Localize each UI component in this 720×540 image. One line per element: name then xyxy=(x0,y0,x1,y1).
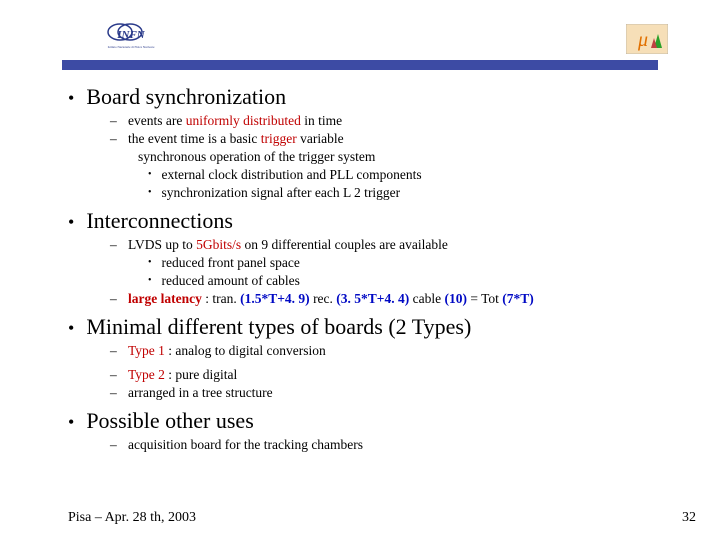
heading-text: Board synchronization xyxy=(86,84,286,110)
bullet-dot-icon: • xyxy=(68,408,74,436)
sub-item: – arranged in a tree structure xyxy=(110,384,708,402)
sub-item: – LVDS up to 5Gbits/s on 9 differential … xyxy=(110,236,708,254)
disc-icon: • xyxy=(148,272,152,290)
disc-icon: • xyxy=(148,184,152,202)
dash-icon: – xyxy=(110,130,118,148)
dash-icon: – xyxy=(110,384,118,402)
slide-number: 32 xyxy=(682,510,696,526)
header: INFN Istituto Nazionale di Fisica Nuclea… xyxy=(0,0,720,72)
bullet-board-types: • Minimal different types of boards (2 T… xyxy=(68,314,708,342)
bullet-board-sync: • Board synchronization xyxy=(68,84,708,112)
dash-icon: – xyxy=(110,366,118,384)
indent-line: synchronous operation of the trigger sys… xyxy=(138,148,708,166)
sub-item: – the event time is a basic trigger vari… xyxy=(110,130,708,148)
heading-text: Possible other uses xyxy=(86,408,253,434)
bullet-interconnections: • Interconnections xyxy=(68,208,708,236)
list-item: • reduced front panel space xyxy=(148,254,708,272)
dash-icon: – xyxy=(110,112,118,130)
sub-item-latency: – large latency : tran. (1.5*T+4. 9) rec… xyxy=(110,290,708,308)
svg-text:μ: μ xyxy=(637,29,648,51)
svg-text:Istituto Nazionale di Fisica N: Istituto Nazionale di Fisica Nucleare xyxy=(108,45,155,49)
mu-logo-icon: μ xyxy=(626,24,668,54)
heading-text: Minimal different types of boards (2 Typ… xyxy=(86,314,471,340)
sub-item: – Type 1 : analog to digital conversion xyxy=(110,342,708,360)
header-divider xyxy=(62,60,658,70)
infn-logo-icon: INFN Istituto Nazionale di Fisica Nuclea… xyxy=(102,20,160,56)
slide-content: • Board synchronization – events are uni… xyxy=(0,78,720,454)
dash-icon: – xyxy=(110,342,118,360)
svg-text:INFN: INFN xyxy=(116,29,146,41)
sub-item: – Type 2 : pure digital xyxy=(110,366,708,384)
footer: Pisa – Apr. 28 th, 2003 32 xyxy=(68,510,696,526)
heading-text: Interconnections xyxy=(86,208,233,234)
sub-item: – acquisition board for the tracking cha… xyxy=(110,436,708,454)
dash-icon: – xyxy=(110,236,118,254)
dash-icon: – xyxy=(110,436,118,454)
list-item: • synchronization signal after each L 2 … xyxy=(148,184,708,202)
bullet-dot-icon: • xyxy=(68,84,74,112)
dash-icon: – xyxy=(110,290,118,308)
list-item: • external clock distribution and PLL co… xyxy=(148,166,708,184)
footer-date: Pisa – Apr. 28 th, 2003 xyxy=(68,510,196,526)
bullet-other-uses: • Possible other uses xyxy=(68,408,708,436)
bullet-dot-icon: • xyxy=(68,208,74,236)
list-item: • reduced amount of cables xyxy=(148,272,708,290)
sub-item: – events are uniformly distributed in ti… xyxy=(110,112,708,130)
disc-icon: • xyxy=(148,166,152,184)
bullet-dot-icon: • xyxy=(68,314,74,342)
disc-icon: • xyxy=(148,254,152,272)
